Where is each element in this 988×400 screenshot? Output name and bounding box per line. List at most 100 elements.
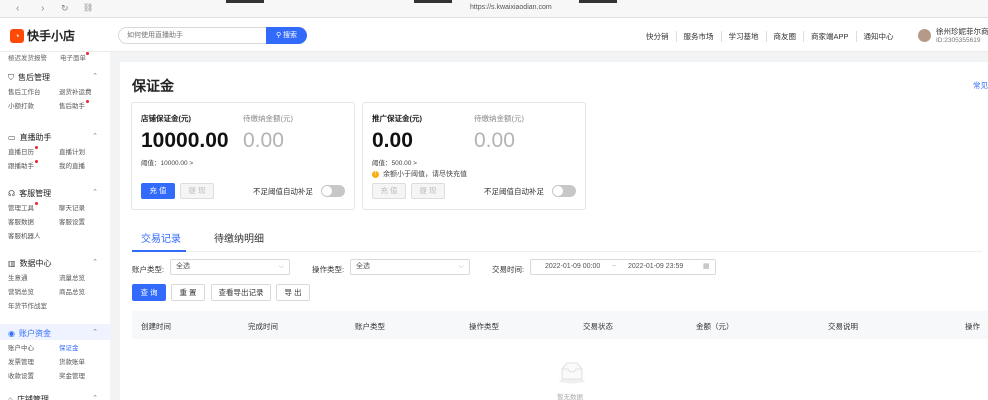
- sidebar-item[interactable]: 直播日历: [8, 146, 38, 156]
- chevron-up-icon[interactable]: ⌃: [92, 188, 98, 196]
- top-nav-item[interactable]: 服务市场: [677, 31, 722, 42]
- address-bar[interactable]: https://s.kwaixiaodian.com: [470, 4, 552, 11]
- sidebar-item[interactable]: 售后助手: [59, 100, 89, 110]
- sidebar-group-header[interactable]: ▭ 直播助手: [8, 132, 52, 143]
- pending-value: 0.00: [474, 129, 515, 152]
- account-type-select[interactable]: 全选 ⌵: [170, 259, 290, 275]
- chevron-up-icon[interactable]: ⌃: [92, 258, 98, 266]
- logo-text: 快手小店: [27, 29, 76, 43]
- forward-icon[interactable]: ›: [41, 3, 44, 14]
- reset-button[interactable]: 重 置: [171, 284, 205, 301]
- auto-refill-toggle[interactable]: [321, 185, 345, 197]
- top-nav-item[interactable]: 学习基地: [722, 31, 767, 42]
- back-icon[interactable]: ‹: [16, 3, 19, 14]
- sidebar-item[interactable]: 客服机器人: [8, 230, 41, 240]
- browser-toolbar: ‹ › ↻ ⛓ https://s.kwaixiaodian.com: [0, 0, 988, 18]
- chevron-up-icon[interactable]: ⌃: [92, 394, 98, 400]
- sidebar-item[interactable]: 售后工作台: [8, 86, 41, 96]
- column-header: 创建时间: [141, 322, 171, 331]
- sidebar-item[interactable]: 管理工具: [8, 202, 38, 212]
- date-range-picker[interactable]: 2022-01-09 00:00 ~ 2022-01-09 23:59 ▦: [530, 259, 716, 275]
- shield-icon: ⛉: [8, 72, 14, 82]
- tab-thumbnail[interactable]: [226, 0, 264, 3]
- sidebar-group-title: 直播助手: [19, 133, 52, 142]
- sidebar-item[interactable]: 流量总览: [59, 272, 85, 282]
- notification-dot: [35, 146, 38, 149]
- card-label: 推广保证金(元): [372, 114, 422, 123]
- sidebar-group-header[interactable]: ☊ 客服管理: [8, 188, 51, 199]
- operation-type-select[interactable]: 全选 ⌵: [350, 259, 470, 275]
- sidebar-item[interactable]: 年货节作战室: [8, 300, 47, 310]
- sidebar-group-header[interactable]: ⛉ 售后管理: [8, 72, 50, 83]
- search-input[interactable]: [118, 27, 268, 44]
- logo[interactable]: ◔ 快手小店: [10, 27, 75, 44]
- chevron-down-icon: ⌵: [458, 263, 464, 270]
- auto-refill-toggle[interactable]: [552, 185, 576, 197]
- reload-icon[interactable]: ↻: [61, 3, 69, 14]
- sidebar-item[interactable]: 生意通: [8, 272, 28, 282]
- export-records-button[interactable]: 查看导出记录: [211, 284, 271, 301]
- sidebar-item[interactable]: 营销总览: [8, 286, 34, 296]
- sidebar-item[interactable]: 退货补运费: [59, 86, 92, 96]
- top-nav-item[interactable]: 通知中心: [857, 31, 901, 42]
- tab-thumbnail[interactable]: [579, 0, 617, 3]
- chevron-up-icon[interactable]: ⌃: [92, 132, 98, 140]
- sidebar-item[interactable]: 账户中心: [8, 342, 34, 352]
- promo-deposit-card: 推广保证金(元) 待缴纳金额(元) 0.00 0.00 阈值：500.00 > …: [362, 102, 586, 210]
- sidebar-item[interactable]: 客服数据: [8, 216, 34, 226]
- recharge-button[interactable]: 充 值: [372, 183, 406, 199]
- withdraw-button[interactable]: 提 现: [180, 183, 214, 199]
- sidebar-item[interactable]: 发票管理: [8, 356, 34, 366]
- sidebar-item[interactable]: 跟播助手: [8, 160, 38, 170]
- sidebar-group-header[interactable]: ▥ 数据中心: [8, 258, 52, 269]
- recharge-button[interactable]: 充 值: [141, 183, 175, 199]
- sidebar-item[interactable]: 电子面单: [60, 52, 89, 62]
- top-header: ◔ 快手小店 ⚲ 搜索 快分销服务市场学习基地商友圈商家端APP通知中心 徐州珍…: [0, 18, 988, 52]
- sidebar-item[interactable]: 聊天记录: [59, 202, 85, 212]
- user-id: ID:2305355619: [936, 37, 981, 44]
- column-header: 账户类型: [355, 322, 385, 331]
- sidebar-item[interactable]: 保证金: [59, 342, 79, 352]
- sidebar-item[interactable]: 奖金管理: [59, 370, 85, 380]
- link-icon[interactable]: ⛓: [83, 3, 93, 12]
- sidebar-group-title: 售后管理: [18, 73, 50, 82]
- chevron-up-icon[interactable]: ⌃: [92, 72, 98, 80]
- top-nav-item[interactable]: 商友圈: [767, 31, 804, 42]
- chevron-up-icon[interactable]: ⌃: [92, 328, 98, 336]
- sidebar-item[interactable]: 極迟发货报警: [8, 52, 47, 62]
- sidebar-item[interactable]: 我的直播: [59, 160, 85, 170]
- sidebar-item[interactable]: 收款设置: [8, 370, 34, 380]
- sidebar-group-header[interactable]: ⌂ 店铺管理: [8, 394, 49, 400]
- column-header: 操作类型: [469, 322, 499, 331]
- tab-pending-details[interactable]: 待缴纳明细: [214, 230, 264, 245]
- sidebar-group-header[interactable]: ◉ 账户资金: [8, 328, 51, 339]
- sidebar-item[interactable]: 货款账单: [59, 356, 85, 366]
- chevron-down-icon: ⌵: [278, 263, 284, 270]
- sidebar-group-title: 数据中心: [19, 259, 52, 268]
- avatar: [918, 29, 931, 42]
- pending-label: 待缴纳金额(元): [474, 114, 524, 123]
- faq-link[interactable]: 常见: [973, 80, 988, 91]
- top-nav-item[interactable]: 商家端APP: [804, 31, 857, 42]
- tab-transactions[interactable]: 交易记录: [141, 230, 181, 245]
- sidebar-item[interactable]: 商品总览: [59, 286, 85, 296]
- tab-thumbnail[interactable]: [414, 0, 452, 3]
- query-button[interactable]: 查 询: [132, 284, 166, 301]
- range-separator: ~: [612, 263, 617, 270]
- top-nav-item[interactable]: 快分销: [639, 31, 677, 42]
- notification-dot: [35, 160, 38, 163]
- sidebar-item[interactable]: 客服设置: [59, 216, 85, 226]
- search-button[interactable]: ⚲ 搜索: [266, 27, 307, 44]
- export-button[interactable]: 导 出: [276, 284, 310, 301]
- threshold-link[interactable]: 阈值：10000.00 >: [141, 157, 193, 167]
- page-title: 保证金: [132, 78, 174, 94]
- transaction-time-label: 交易时间:: [492, 265, 525, 274]
- threshold-link[interactable]: 阈值：500.00 >: [372, 157, 417, 167]
- start-date[interactable]: 2022-01-09 00:00: [545, 260, 600, 274]
- pending-value: 0.00: [243, 129, 284, 152]
- withdraw-button[interactable]: 提 现: [411, 183, 445, 199]
- end-date[interactable]: 2022-01-09 23:59: [628, 260, 683, 274]
- sidebar-item[interactable]: 直播计划: [59, 146, 85, 156]
- sidebar-item[interactable]: 小额打款: [8, 100, 34, 110]
- toggle-knob: [322, 186, 332, 196]
